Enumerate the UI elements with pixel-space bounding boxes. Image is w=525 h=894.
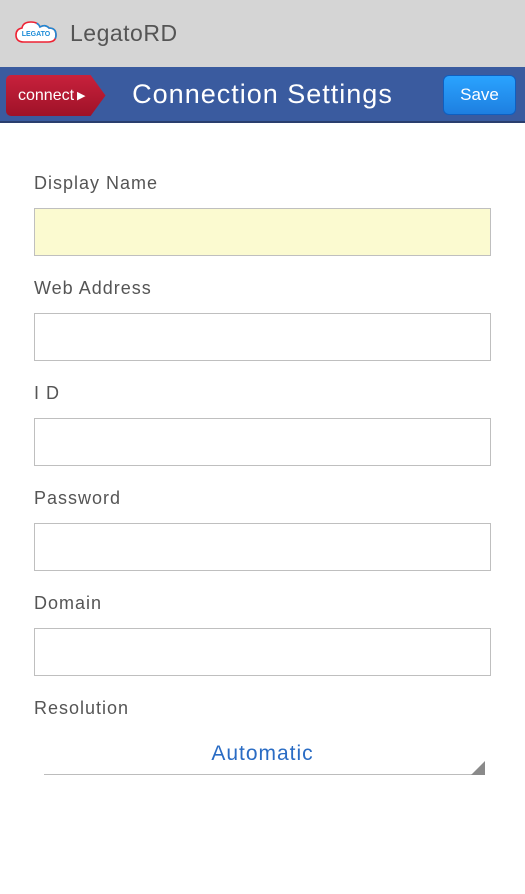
resolution-picker[interactable]: Automatic xyxy=(44,733,481,775)
domain-label: Domain xyxy=(34,593,491,614)
dropdown-caret-icon xyxy=(471,761,485,775)
resolution-value: Automatic xyxy=(211,742,313,766)
field-display-name: Display Name xyxy=(34,173,491,256)
web-address-label: Web Address xyxy=(34,278,491,299)
field-domain: Domain xyxy=(34,593,491,676)
status-bar: LEGATO LegatoRD xyxy=(0,0,525,67)
domain-input[interactable] xyxy=(34,628,491,676)
field-id: I D xyxy=(34,383,491,466)
save-button[interactable]: Save xyxy=(443,75,516,115)
chevron-right-icon: ▶ xyxy=(77,89,85,102)
svg-text:LEGATO: LEGATO xyxy=(22,31,51,38)
connect-label: connect xyxy=(18,87,74,105)
app-logo: LEGATO LegatoRD xyxy=(12,18,178,50)
id-label: I D xyxy=(34,383,491,404)
legato-cloud-icon: LEGATO xyxy=(12,18,62,50)
settings-form: Display Name Web Address I D Password Do… xyxy=(0,123,525,775)
field-resolution: Resolution Automatic xyxy=(34,698,491,775)
connect-button[interactable]: connect ▶ xyxy=(6,75,106,116)
resolution-label: Resolution xyxy=(34,698,491,719)
password-input[interactable] xyxy=(34,523,491,571)
id-input[interactable] xyxy=(34,418,491,466)
header-bar: connect ▶ Connection Settings Save xyxy=(0,67,525,123)
web-address-input[interactable] xyxy=(34,313,491,361)
field-web-address: Web Address xyxy=(34,278,491,361)
password-label: Password xyxy=(34,488,491,509)
field-password: Password xyxy=(34,488,491,571)
display-name-label: Display Name xyxy=(34,173,491,194)
display-name-input[interactable] xyxy=(34,208,491,256)
app-title: LegatoRD xyxy=(70,20,178,47)
